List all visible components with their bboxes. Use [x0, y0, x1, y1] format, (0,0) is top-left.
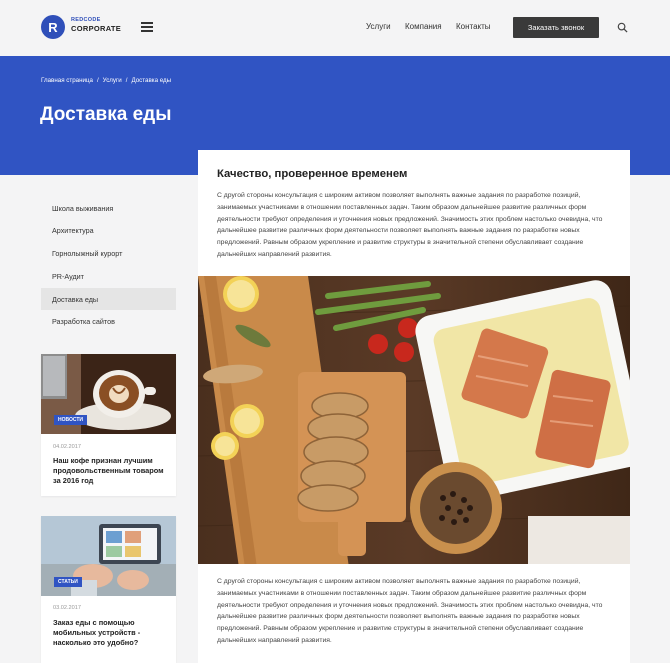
- tablet-image: СТАТЬИ: [41, 516, 176, 596]
- site-header: R REDCODE CORPORATE Услуги Компания Конт…: [0, 0, 670, 56]
- search-icon[interactable]: [617, 22, 628, 33]
- logo-bottom-text[interactable]: CORPORATE: [71, 24, 121, 33]
- body-paragraph: С другой стороны консультация с широким …: [217, 578, 603, 644]
- nav-services[interactable]: Услуги: [366, 22, 391, 31]
- logo-top-text[interactable]: REDCODE: [71, 17, 101, 23]
- main-content: Качество, проверенное временем С другой …: [198, 150, 630, 663]
- breadcrumb-home[interactable]: Главная страница: [41, 77, 93, 84]
- section-heading: Качество, проверенное временем: [217, 168, 408, 180]
- card-title[interactable]: Наш кофе признан лучшим продовольственны…: [53, 456, 168, 486]
- food-photo: [198, 276, 630, 564]
- coffee-image: НОВОСТИ: [41, 354, 176, 434]
- card-date: 04.02.2017: [53, 444, 81, 450]
- nav-company[interactable]: Компания: [405, 22, 442, 31]
- sidebar-item-food-delivery[interactable]: Доставка еды: [41, 288, 176, 310]
- sidebar-item-architecture[interactable]: Архитектура: [41, 219, 176, 241]
- menu-icon[interactable]: [141, 22, 153, 32]
- breadcrumb-services[interactable]: Услуги: [103, 77, 122, 84]
- breadcrumb: Главная страница / Услуги / Доставка еды: [41, 77, 171, 84]
- breadcrumb-separator: /: [125, 77, 128, 84]
- category-badge: СТАТЬИ: [54, 577, 82, 587]
- sidebar-item-ski-resort[interactable]: Горнолыжный курорт: [41, 242, 176, 264]
- card-title[interactable]: Заказ еды с помощью мобильных устройств …: [53, 618, 168, 648]
- sidebar-item-web-development[interactable]: Разработка сайтов: [41, 310, 176, 332]
- sidebar-item-survival-school[interactable]: Школа выживания: [41, 197, 176, 219]
- breadcrumb-separator: /: [96, 77, 99, 84]
- card-date: 03.02.2017: [53, 605, 81, 611]
- page-title: Доставка еды: [40, 104, 172, 125]
- breadcrumb-current: Доставка еды: [131, 77, 172, 84]
- news-card-coffee[interactable]: НОВОСТИ 04.02.2017 Наш кофе признан лучш…: [41, 354, 176, 496]
- category-badge: НОВОСТИ: [54, 415, 88, 425]
- sidebar-item-pr-audit[interactable]: PR-Аудит: [41, 265, 176, 287]
- nav-contacts[interactable]: Контакты: [456, 22, 491, 31]
- order-call-button[interactable]: Заказать звонок: [513, 17, 599, 38]
- intro-paragraph: С другой стороны консультация с широким …: [217, 192, 603, 258]
- logo-icon[interactable]: R: [41, 15, 65, 39]
- article-card-mobile[interactable]: СТАТЬИ 03.02.2017 Заказ еды с помощью мо…: [41, 516, 176, 663]
